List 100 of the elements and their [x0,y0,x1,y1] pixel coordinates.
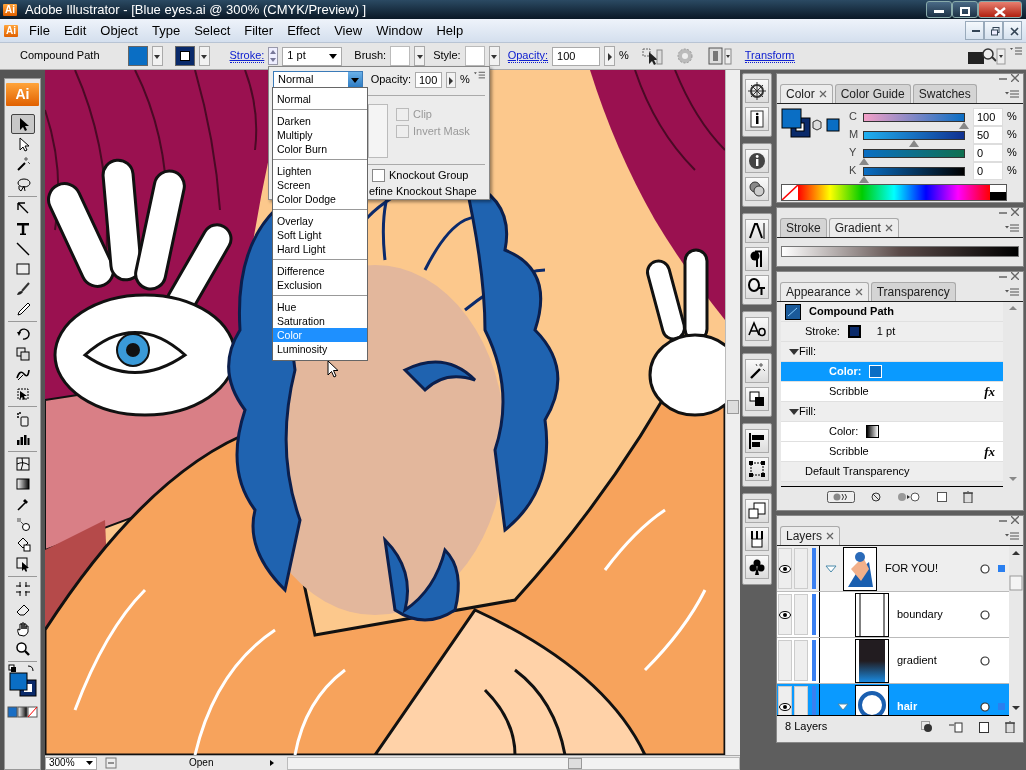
menu-item[interactable]: Darken [273,114,367,128]
fill-stroke-icon[interactable] [781,108,811,138]
stroke-weight-field[interactable]: 1 pt [282,46,343,66]
trash-icon[interactable] [963,491,973,503]
panel-tab[interactable]: Layers [780,525,841,545]
minimize-button[interactable] [965,21,984,40]
menu-item[interactable]: Normal [273,92,367,106]
character-icon[interactable] [745,219,769,243]
duplicate-item-icon[interactable] [897,491,921,503]
opacity-field[interactable]: 100 [415,72,442,88]
stroke-link[interactable]: Stroke: [229,48,265,64]
panel-menu-icon[interactable] [1005,287,1019,297]
brush-swatch[interactable] [390,46,411,66]
close-icon[interactable] [1011,516,1019,524]
info-document-icon[interactable] [745,107,769,131]
opacity-link[interactable]: Opacity: [507,48,549,64]
trash-icon[interactable] [1005,721,1015,733]
select-similar-icon[interactable] [640,46,663,66]
dropdown-button[interactable] [488,46,500,66]
menu-item[interactable]: Difference [273,264,367,278]
cube-swatch-icon[interactable] [811,118,841,132]
menu-item[interactable]: Select [187,22,238,39]
value-field[interactable]: 0 [973,144,1003,162]
dropdown-button[interactable] [151,46,163,66]
menu-item[interactable]: Effect [280,22,328,39]
close-icon[interactable] [1011,208,1019,216]
graphic-styles-icon[interactable] [745,177,769,201]
panel-tab[interactable]: Appearance [780,281,869,301]
bridge-icon[interactable] [966,46,1006,66]
panel-tab[interactable]: Gradient [828,217,899,237]
panel-menu-icon[interactable] [1005,223,1019,233]
swatch-stack-icon[interactable] [745,499,769,523]
stroke-swatch[interactable] [847,325,861,338]
zoom-field[interactable]: 300% [45,756,97,770]
fill-swatch[interactable] [127,46,148,66]
menu-item[interactable]: Filter [237,22,281,39]
clear-icon[interactable] [871,492,881,502]
panel-menu-icon[interactable] [1005,531,1019,541]
visibility-toggle[interactable] [778,594,792,635]
menu-item[interactable]: Help [429,22,471,39]
target-icon[interactable] [980,655,990,666]
panel-menu-icon[interactable] [473,71,485,81]
value-field[interactable]: 0 [973,162,1003,180]
menu-item[interactable]: Hard Light [273,242,367,256]
layer-row[interactable]: FOR YOU! [777,546,1009,592]
opacity-field[interactable]: 100 [552,46,601,66]
appearance-row[interactable]: Compound Path [781,302,1003,322]
lock-toggle[interactable] [794,594,808,635]
menu-item[interactable]: Color Burn [273,142,367,156]
menu-item[interactable]: Color Dodge [273,192,367,206]
new-item-icon[interactable] [937,492,947,502]
scrollbar-thumb[interactable] [727,400,739,414]
info-icon[interactable] [745,149,769,173]
minimize-button[interactable] [926,1,952,18]
checkbox[interactable] [372,169,385,183]
appearance-row[interactable]: Default Transparency [781,462,1003,482]
magic-wand-icon[interactable] [745,359,769,383]
appearance-row[interactable]: Color: [781,422,1003,442]
appearance-row[interactable]: Fill: [781,402,1003,422]
paragraph-icon[interactable] [745,247,769,271]
disclosure-icon[interactable] [789,347,799,356]
menu-item[interactable]: Soft Light [273,228,367,242]
appearance-row[interactable]: Scribble fx [781,442,1003,462]
panel-menu-icon[interactable] [1010,47,1022,57]
isolate-icon[interactable] [706,46,733,66]
panel-tab[interactable]: Stroke [780,217,827,237]
close-icon[interactable] [1011,272,1019,280]
transform-icon[interactable] [745,457,769,481]
align-icon[interactable] [745,429,769,453]
menu-item[interactable]: Object [93,22,145,39]
new-layer-icon[interactable] [979,721,989,733]
target-icon[interactable] [980,563,990,574]
restore-button[interactable] [984,21,1003,40]
none-swatch-icon[interactable] [782,185,798,200]
menu-item[interactable]: Exclusion [273,278,367,292]
clipping-mask-icon[interactable] [921,721,933,733]
navigate-icon[interactable] [105,757,117,769]
club-icon[interactable] [745,555,769,579]
opentype-icon[interactable] [745,275,769,299]
restore-button[interactable] [952,1,978,18]
transform-link[interactable]: Transform [744,48,795,64]
dropdown-button[interactable] [198,46,210,66]
add-fill-icon[interactable] [827,491,855,503]
menu-item[interactable]: Saturation [273,314,367,328]
panel-tab[interactable]: Color Guide [834,83,911,103]
close-icon[interactable] [1011,74,1019,82]
close-button[interactable] [978,1,1022,18]
disclosure-icon[interactable] [789,407,799,416]
menu-item[interactable]: Edit [56,22,94,39]
panel-tab[interactable]: Color [780,83,833,103]
stroke-swatch[interactable] [174,46,195,66]
menu-item[interactable]: Hue [273,300,367,314]
close-button[interactable] [1003,21,1022,40]
lock-toggle[interactable] [794,548,808,589]
helm-icon[interactable] [745,79,769,103]
menu-item[interactable]: Multiply [273,128,367,142]
default-colors-swatch[interactable] [990,185,1006,200]
arrow-button[interactable] [445,72,457,88]
value-field[interactable]: 50 [973,126,1003,144]
lock-toggle[interactable] [794,686,808,715]
